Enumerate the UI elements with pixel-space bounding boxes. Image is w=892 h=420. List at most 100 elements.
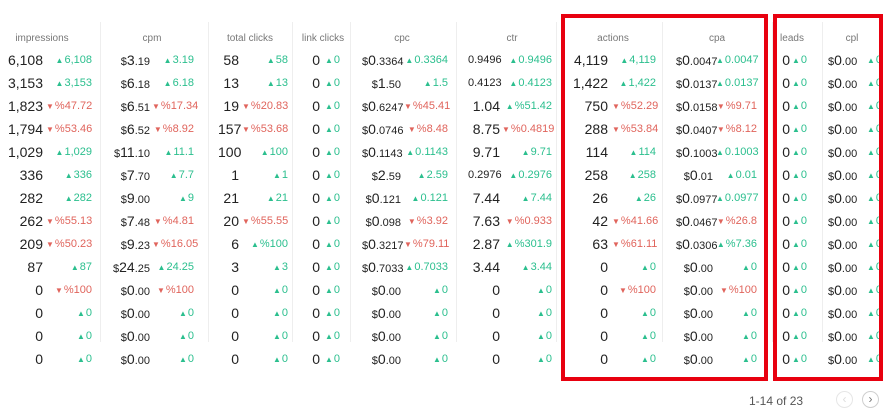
- cell-delta-link_clicks: ▲0: [324, 169, 340, 181]
- cell-value-total_clicks: 19: [223, 98, 239, 114]
- cell-delta-cpc: ▲0.3364: [405, 54, 448, 66]
- cell-delta-cpm: ▲6.18: [163, 77, 194, 89]
- cell-delta-cpc: ▼%3.92: [407, 215, 448, 227]
- cell-delta-total_clicks: ▼%53.68: [242, 123, 289, 135]
- cell-delta-cpm: ▼%16.05: [152, 238, 199, 250]
- cell-value-impressions: 0: [35, 305, 43, 321]
- cell-value-cpm: $0.00: [120, 351, 150, 367]
- cell-delta-cpc: ▲0: [432, 353, 448, 365]
- cell-delta-cpm: ▲0: [178, 330, 194, 342]
- cell-value-impressions: 209: [19, 236, 43, 252]
- cell-value-cpc: $0.7033: [362, 259, 404, 275]
- cell-delta-cpm: ▼%100: [156, 284, 194, 296]
- cell-value-link_clicks: 0: [312, 351, 320, 367]
- cell-delta-impressions: ▼%47.72: [46, 100, 93, 112]
- cell-delta-link_clicks: ▲0: [324, 284, 340, 296]
- cell-delta-total_clicks: ▲3: [272, 261, 288, 273]
- cell-value-link_clicks: 0: [312, 282, 320, 298]
- column-header-cpc[interactable]: cpc: [352, 28, 452, 51]
- cell-delta-link_clicks: ▲0: [324, 215, 340, 227]
- cell-delta-impressions: ▲1,029: [55, 146, 92, 158]
- cell-value-total_clicks: 1: [231, 167, 239, 183]
- cell-delta-link_clicks: ▲0: [324, 353, 340, 365]
- cell-delta-link_clicks: ▲0: [324, 77, 340, 89]
- cell-delta-ctr: ▲%301.9: [505, 238, 552, 250]
- cell-value-total_clicks: 58: [223, 52, 239, 68]
- cell-value-impressions: 87: [27, 259, 43, 275]
- cell-delta-link_clicks: ▲0: [324, 54, 340, 66]
- cell-delta-ctr: ▲0: [536, 330, 552, 342]
- cell-value-cpc: $0.098: [365, 213, 401, 229]
- cell-value-cpc: $0.00: [371, 328, 401, 344]
- cell-delta-cpm: ▼%8.92: [153, 123, 194, 135]
- cell-value-link_clicks: 0: [312, 75, 320, 91]
- cell-value-ctr: 2.87: [472, 236, 500, 252]
- cell-delta-ctr: ▲0.2976: [509, 169, 552, 181]
- cell-value-total_clicks: 3: [231, 259, 239, 275]
- cell-delta-cpm: ▲9: [178, 192, 194, 204]
- cell-delta-ctr: ▲0: [536, 353, 552, 365]
- cell-value-impressions: 0: [35, 328, 43, 344]
- highlight-box-leads-cpl: [773, 14, 883, 381]
- chevron-right-icon[interactable]: ›: [862, 391, 879, 408]
- cell-value-ctr: 0: [492, 351, 500, 367]
- cell-value-cpm: $3.19: [120, 52, 150, 68]
- cell-delta-impressions: ▲0: [76, 353, 92, 365]
- cell-value-cpm: $0.00: [120, 305, 150, 321]
- cell-delta-total_clicks: ▲100: [260, 146, 288, 158]
- cell-delta-total_clicks: ▲%100: [250, 238, 288, 250]
- cell-delta-ctr: ▲0.9496: [509, 54, 552, 66]
- cell-value-link_clicks: 0: [312, 121, 320, 137]
- cell-value-cpc: $0.3217: [362, 236, 404, 252]
- cell-value-ctr: 1.04: [472, 98, 500, 114]
- cell-delta-cpc: ▲0: [432, 307, 448, 319]
- column-separator: [822, 22, 823, 342]
- cell-value-link_clicks: 0: [312, 213, 320, 229]
- cell-delta-ctr: ▲0.4123: [509, 77, 552, 89]
- cell-value-cpc: $0.00: [371, 282, 401, 298]
- cell-value-link_clicks: 0: [312, 52, 320, 68]
- cell-value-impressions: 282: [19, 190, 43, 206]
- cell-delta-link_clicks: ▲0: [324, 146, 340, 158]
- column-separator: [556, 22, 557, 342]
- cell-value-cpm: $6.52: [120, 121, 150, 137]
- column-header-impressions[interactable]: impressions: [0, 28, 84, 51]
- cell-value-link_clicks: 0: [312, 236, 320, 252]
- cell-delta-link_clicks: ▲0: [324, 100, 340, 112]
- cell-value-cpc: $0.0746: [362, 121, 404, 137]
- cell-delta-impressions: ▲6,108: [55, 54, 92, 66]
- cell-delta-cpc: ▲2.59: [417, 169, 448, 181]
- cell-delta-impressions: ▲0: [76, 307, 92, 319]
- cell-value-impressions: 336: [19, 167, 43, 183]
- cell-delta-ctr: ▲7.44: [521, 192, 552, 204]
- cell-delta-impressions: ▼%100: [54, 284, 92, 296]
- cell-value-link_clicks: 0: [312, 259, 320, 275]
- cell-value-ctr: 0.2976: [468, 169, 502, 181]
- chevron-left-icon[interactable]: ‹: [836, 391, 853, 408]
- pagination-range: 1-14 of 23: [749, 394, 804, 408]
- cell-delta-impressions: ▲0: [76, 330, 92, 342]
- cell-value-impressions: 1,823: [7, 98, 43, 114]
- cell-delta-cpc: ▲1.5: [423, 77, 448, 89]
- cell-delta-total_clicks: ▲13: [266, 77, 288, 89]
- cell-value-cpm: $6.51: [120, 98, 150, 114]
- column-header-link_clicks[interactable]: link clicks: [297, 28, 349, 51]
- cell-value-cpm: $9.00: [120, 190, 150, 206]
- cell-delta-link_clicks: ▲0: [324, 261, 340, 273]
- cell-delta-total_clicks: ▲1: [272, 169, 288, 181]
- cell-value-cpm: $9.23: [120, 236, 150, 252]
- cell-value-total_clicks: 100: [218, 144, 242, 160]
- column-header-cpm[interactable]: cpm: [100, 28, 204, 51]
- cell-value-impressions: 3,153: [7, 75, 43, 91]
- cell-delta-cpm: ▼%17.34: [152, 100, 199, 112]
- cell-value-cpm: $7.70: [120, 167, 150, 183]
- column-header-ctr[interactable]: ctr: [462, 28, 562, 51]
- cell-delta-cpm: ▼%4.81: [153, 215, 194, 227]
- cell-delta-total_clicks: ▼%55.55: [242, 215, 289, 227]
- cell-delta-total_clicks: ▲0: [272, 353, 288, 365]
- column-separator: [292, 22, 293, 342]
- cell-value-ctr: 0.9496: [468, 54, 502, 66]
- cell-delta-ctr: ▲9.71: [521, 146, 552, 158]
- cell-value-cpc: $2.59: [371, 167, 401, 183]
- column-header-total_clicks[interactable]: total clicks: [220, 28, 280, 51]
